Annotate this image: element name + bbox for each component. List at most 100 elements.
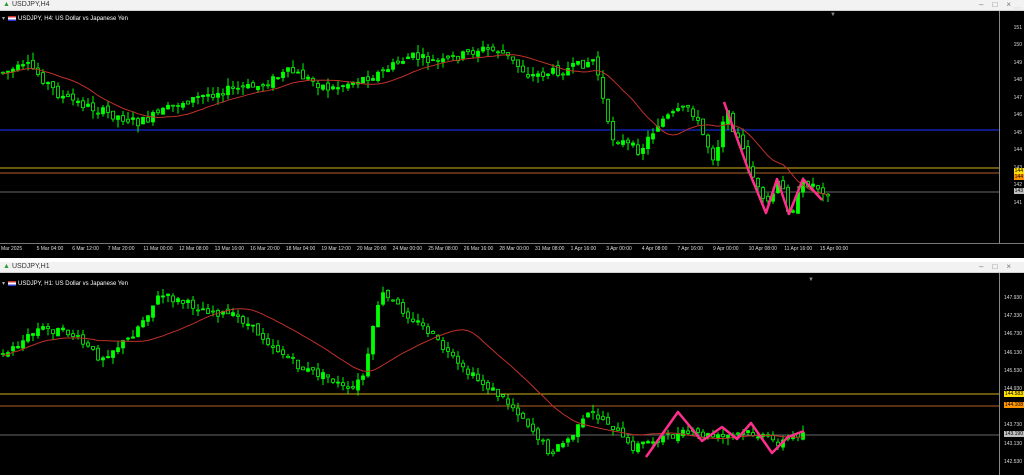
candle	[566, 61, 570, 76]
candle	[186, 298, 190, 309]
price-tick-label: 146.130	[1003, 349, 1022, 356]
candle	[61, 90, 65, 104]
candle	[191, 296, 195, 316]
minimize-icon[interactable]: –	[979, 0, 992, 9]
price-scale[interactable]: 147.930 147.330 146.730 146.130 145.530 144.9…	[999, 273, 1024, 475]
candle	[326, 78, 330, 98]
candle	[446, 342, 450, 359]
candle	[96, 107, 100, 119]
candle	[186, 100, 190, 105]
candle	[481, 374, 485, 392]
candle	[261, 82, 265, 92]
time-tick-label: 4 Apr 08:00	[641, 246, 668, 252]
time-tick-label: 6 Mar 12:00	[72, 246, 99, 252]
minimize-icon[interactable]: –	[979, 262, 992, 271]
candle	[396, 56, 400, 65]
candle	[541, 67, 545, 82]
close-icon[interactable]: ×	[1006, 262, 1020, 271]
candle	[536, 426, 540, 446]
candle	[411, 52, 415, 61]
candle	[411, 312, 415, 324]
candle	[471, 46, 475, 59]
candle	[336, 81, 340, 95]
chart-window-h1[interactable]: ▲ USDJPY,H1 –□× ▾ USDJPY, H1: US Dollar vs…	[0, 262, 1024, 475]
maximize-icon[interactable]: □	[992, 262, 1006, 271]
price-tick-label: 142.530	[1003, 458, 1022, 465]
candle	[421, 47, 425, 66]
candle	[671, 109, 675, 117]
price-plot[interactable]: ▼	[0, 273, 1000, 475]
price-level-tag: 144.108	[1003, 402, 1024, 408]
candle	[191, 96, 195, 108]
price-level-tag: 143	[1013, 188, 1024, 194]
candle	[276, 76, 280, 81]
candle	[296, 68, 300, 74]
candle	[501, 393, 505, 399]
candle	[251, 324, 255, 333]
time-tick-label: 7 Mar 20:00	[107, 246, 135, 252]
maximize-icon[interactable]: □	[992, 0, 1006, 9]
candle	[396, 296, 400, 305]
price-tick-label: 147	[1013, 94, 1022, 101]
candle	[401, 298, 405, 318]
price-level-tag: 144.583	[1003, 391, 1024, 397]
time-axis[interactable]: Mar 2025 5 Mar 04:00 6 Mar 12:00 7 Mar 20:0…	[0, 243, 1024, 256]
candle	[621, 134, 625, 148]
candle	[626, 433, 630, 445]
time-tick-label: 28 Mar 00:00	[499, 246, 529, 252]
candle	[286, 67, 290, 78]
candle	[196, 92, 200, 105]
candle	[481, 40, 485, 54]
time-tick-label: 31 Mar 08:00	[535, 246, 565, 252]
candle	[581, 59, 585, 69]
candle	[491, 43, 495, 53]
candle	[671, 433, 675, 439]
candle	[451, 348, 455, 359]
candle	[401, 57, 405, 65]
candle	[141, 316, 145, 329]
candle	[26, 328, 30, 344]
candle	[681, 427, 685, 438]
time-tick-label: 11 Apr 16:00	[784, 246, 813, 252]
candle	[771, 431, 775, 443]
window-titlebar[interactable]: ▲ USDJPY,H4 –□×	[0, 0, 1024, 11]
candle	[556, 60, 560, 78]
candle	[631, 140, 635, 148]
candle	[341, 84, 345, 93]
scroll-marker-icon[interactable]: ▼	[808, 277, 814, 283]
zigzag-pattern-line[interactable]	[644, 410, 805, 458]
time-tick-label: 26 Mar 16:00	[463, 246, 494, 252]
candle	[201, 301, 205, 311]
candle	[66, 90, 70, 98]
price-plot[interactable]: ▼	[0, 11, 1000, 243]
candle	[591, 58, 595, 66]
price-tick-label: 145	[1013, 129, 1022, 136]
price-tick-label: 141	[1013, 199, 1022, 206]
candle	[131, 112, 135, 126]
time-tick-label: 9 Apr 00:00	[713, 246, 739, 252]
window-controls[interactable]: –□×	[979, 262, 1020, 272]
candle	[546, 73, 550, 80]
candle	[301, 366, 305, 371]
candle	[291, 353, 295, 365]
candle	[451, 51, 455, 61]
chart-window-h4[interactable]: ▲ USDJPY,H4 –□× ▾ USDJPY, H4: US Dollar vs…	[0, 0, 1024, 258]
candle	[571, 434, 575, 442]
scroll-marker-icon[interactable]: ▼	[830, 12, 836, 18]
candle	[546, 438, 550, 456]
candle	[356, 373, 360, 396]
candle	[51, 81, 55, 96]
candle	[46, 323, 50, 336]
candle	[36, 322, 40, 339]
candle	[31, 52, 35, 71]
window-titlebar[interactable]: ▲ USDJPY,H1 –□×	[0, 262, 1024, 273]
candle	[621, 421, 625, 438]
candle	[116, 115, 120, 128]
candle	[636, 441, 640, 454]
candle	[561, 440, 565, 449]
candle	[716, 432, 720, 442]
price-tick-label: 150	[1013, 42, 1022, 48]
price-scale[interactable]: 1521511501491481471461451441431421411441…	[999, 7, 1024, 243]
candle	[496, 388, 500, 402]
price-tick-label: 146.730	[1003, 331, 1022, 338]
